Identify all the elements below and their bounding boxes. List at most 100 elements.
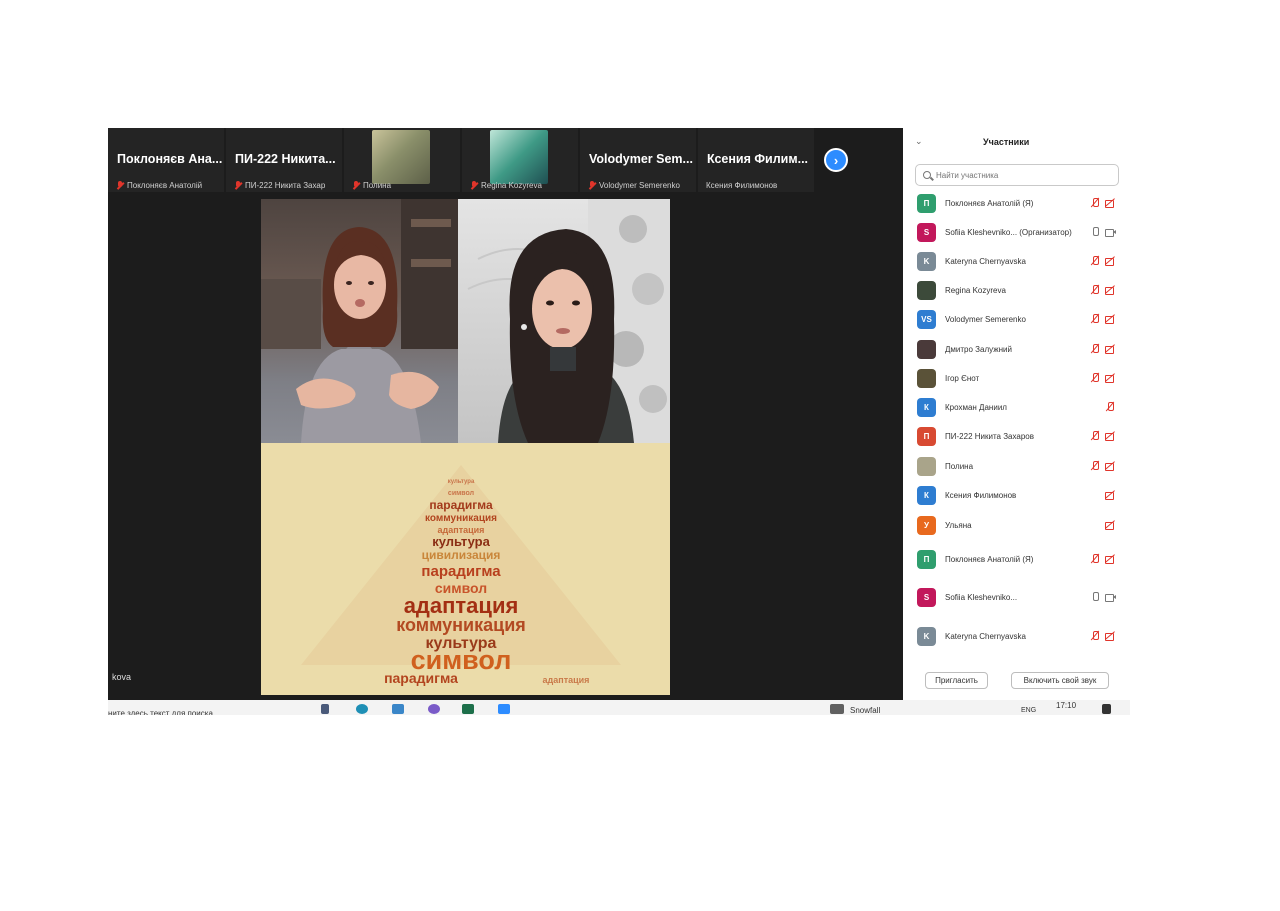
thumbnail-big-name: Поклоняєв Ана... [117, 152, 223, 166]
participant-name: Regina Kozyreva [945, 285, 1006, 295]
camera-off-icon[interactable] [1105, 285, 1115, 295]
participant-row[interactable]: K Kateryna Chernyavska [917, 250, 1123, 272]
shared-slide-wordcloud: культура символ парадигма коммуникация адапт… [261, 443, 670, 695]
wordcloud-word: символ [448, 490, 474, 497]
video-frame-left [261, 199, 458, 443]
thumbnail-tile[interactable]: ПИ-222 Никита... ПИ-222 Никита Захар [226, 128, 342, 192]
camera-off-icon[interactable] [1105, 461, 1115, 471]
camera-icon[interactable] [1105, 227, 1116, 237]
participant-name: Ксения Филимонов [945, 490, 1017, 500]
mic-muted-icon[interactable] [1090, 554, 1100, 564]
avatar: S [917, 587, 936, 607]
avatar: П [917, 193, 936, 213]
participant-row[interactable]: У Ульяна [917, 514, 1123, 536]
participant-row[interactable]: K Kateryna Chernyavska [917, 625, 1123, 647]
camera-icon[interactable] [1105, 592, 1116, 602]
next-page-button[interactable]: › [824, 148, 848, 172]
app-icon[interactable] [462, 704, 474, 714]
camera-off-icon[interactable] [1105, 631, 1115, 641]
mic-muted-icon [470, 181, 478, 190]
thumbnail-label: ПИ-222 Никита Захар [245, 181, 326, 190]
thumbnail-sub-name: Поклоняєв Анатолій [116, 181, 224, 190]
participant-row[interactable]: S Sofiia Kleshevniko... [917, 586, 1123, 608]
chevron-down-icon[interactable]: ⌄ [915, 136, 923, 147]
taskbar-search-text[interactable]: ните здесь текст для поиска [108, 709, 213, 715]
participant-name: Ігор Єнот [945, 373, 980, 383]
thumbnail-tile[interactable]: Полина [344, 128, 460, 192]
camera-off-icon[interactable] [1105, 198, 1115, 208]
notifications-icon[interactable] [1102, 704, 1111, 714]
participant-name: Volodymer Semerenko [945, 314, 1026, 324]
participant-row[interactable]: К Ксения Филимонов [917, 484, 1123, 506]
thumbnail-tile[interactable]: Regina Kozyreva [462, 128, 578, 192]
thumbnail-label: Ксения Филимонов [706, 181, 778, 190]
mic-muted-icon[interactable] [1090, 631, 1100, 641]
participant-row[interactable]: Дмитро Залужний [917, 338, 1123, 360]
edge-icon[interactable] [356, 704, 368, 714]
mic-muted-icon[interactable] [1090, 373, 1100, 383]
mic-muted-icon[interactable] [1090, 256, 1100, 266]
thumbnail-tile[interactable]: Поклоняєв Ана... Поклоняєв Анатолій [108, 128, 224, 192]
zoom-icon[interactable] [498, 704, 510, 714]
thumbnail-label: Полина [363, 181, 392, 190]
mic-muted-icon[interactable] [1105, 402, 1115, 412]
avatar: K [917, 626, 936, 646]
participant-row[interactable]: VS Volodymer Semerenko [917, 308, 1123, 330]
invite-button[interactable]: Пригласить [925, 672, 988, 689]
participant-name: Kateryna Chernyavska [945, 631, 1026, 641]
participant-status-icons [1090, 314, 1115, 324]
participant-status-icons [1090, 285, 1115, 295]
wordcloud-word: цивилизация [422, 548, 501, 562]
explorer-icon[interactable] [392, 704, 404, 714]
participant-row[interactable]: К Крохман Даниил [917, 396, 1123, 418]
participant-row[interactable]: П ПИ-222 Никита Захаров [917, 425, 1123, 447]
unmute-button[interactable]: Включить свой звук [1011, 672, 1109, 689]
thumbnail-sub-name: Volodymer Semerenko [588, 181, 696, 190]
participant-row[interactable]: Полина [917, 455, 1123, 477]
weather-icon [830, 704, 844, 714]
participant-row[interactable]: П Поклоняєв Анатолій (Я) [917, 192, 1123, 214]
camera-off-icon[interactable] [1105, 520, 1115, 530]
participant-row[interactable]: Ігор Єнот [917, 367, 1123, 389]
avatar-image [372, 130, 430, 184]
avatar: VS [917, 309, 936, 329]
task-view-icon[interactable] [321, 704, 329, 714]
participant-name: Поклоняєв Анатолій (Я) [945, 198, 1034, 208]
tray-time[interactable]: 17:10 [1056, 701, 1076, 710]
mic-muted-icon [116, 181, 124, 190]
thumbnail-tile[interactable]: Ксения Филим... Ксения Филимонов [698, 128, 814, 192]
mic-muted-icon[interactable] [1090, 285, 1100, 295]
mic-icon[interactable] [1090, 227, 1100, 237]
camera-off-icon[interactable] [1105, 373, 1115, 383]
thumbnail-label: Поклоняєв Анатолій [127, 181, 203, 190]
camera-off-icon[interactable] [1105, 554, 1115, 564]
camera-off-icon[interactable] [1105, 344, 1115, 354]
mic-icon[interactable] [1090, 592, 1100, 602]
mic-muted-icon[interactable] [1090, 344, 1100, 354]
viber-icon[interactable] [428, 704, 440, 714]
tray-weather[interactable]: Snowfall [850, 706, 880, 715]
participant-search-input[interactable] [936, 170, 1106, 180]
participant-row[interactable]: S Sofiia Kleshevniko... (Организатор) [917, 221, 1123, 243]
wordcloud-word: коммуникация [425, 513, 497, 524]
tray-language[interactable]: ENG [1021, 707, 1036, 714]
mic-muted-icon[interactable] [1090, 461, 1100, 471]
camera-off-icon[interactable] [1105, 431, 1115, 441]
participant-name: Sofiia Kleshevniko... [945, 592, 1018, 602]
mic-muted-icon[interactable] [1090, 314, 1100, 324]
participant-row[interactable]: П Поклоняєв Анатолій (Я) [917, 548, 1123, 570]
thumbnail-sub-name: Ксения Филимонов [706, 181, 814, 190]
thumbnail-big-name: ПИ-222 Никита... [235, 152, 336, 166]
camera-off-icon[interactable] [1105, 314, 1115, 324]
participant-row[interactable]: Regina Kozyreva [917, 279, 1123, 301]
thumbnail-tile[interactable]: Volodymer Sem... Volodymer Semerenko [580, 128, 696, 192]
camera-off-icon[interactable] [1105, 256, 1115, 266]
mic-muted-icon[interactable] [1090, 198, 1100, 208]
camera-off-icon[interactable] [1105, 490, 1115, 500]
thumbnail-label: Volodymer Semerenko [599, 181, 680, 190]
participant-search[interactable] [915, 164, 1119, 186]
mic-muted-icon[interactable] [1090, 431, 1100, 441]
video-tile-left[interactable] [261, 199, 458, 443]
wordcloud-word: парадигма [421, 563, 501, 580]
video-tile-right[interactable] [458, 199, 670, 443]
